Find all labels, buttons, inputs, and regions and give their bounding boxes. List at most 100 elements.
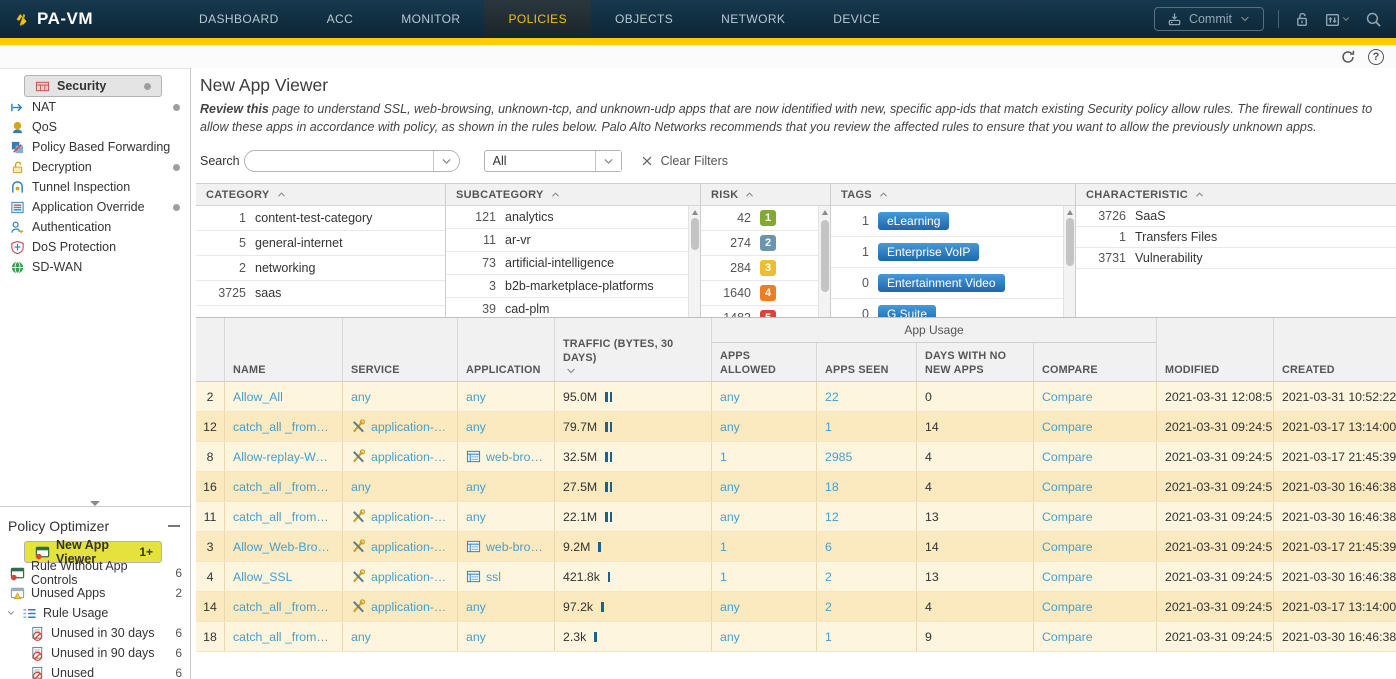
application-link[interactable]: web-browsing — [486, 450, 546, 464]
compare-link[interactable]: Compare — [1042, 630, 1093, 644]
apps-seen-link[interactable]: 22 — [825, 390, 839, 404]
commit-button[interactable]: Commit — [1154, 7, 1264, 31]
service-link[interactable]: any — [351, 630, 371, 644]
filter-row[interactable]: 2843 — [701, 256, 818, 281]
apps-seen-link[interactable]: 12 — [825, 510, 839, 524]
sidebar-item-tunnel-inspection[interactable]: Tunnel Inspection — [0, 177, 190, 197]
select-dropdown-button[interactable] — [595, 151, 621, 171]
scroll-up-icon[interactable] — [1067, 210, 1073, 215]
scrollbar-thumb[interactable] — [691, 218, 699, 250]
compare-link[interactable]: Compare — [1042, 570, 1093, 584]
optimizer-item-unused-90-days[interactable]: Unused in 90 days 6 — [0, 643, 190, 663]
filter-header-characteristic[interactable]: CHARACTERISTIC — [1076, 184, 1396, 206]
header-days-no-new-apps[interactable]: DAYS WITH NO NEW APPS — [916, 343, 1033, 381]
optimizer-item-unused[interactable]: Unused 6 — [0, 663, 190, 679]
apps-allowed-link[interactable]: any — [720, 480, 740, 494]
rule-name-link[interactable]: catch_all _from_clien... — [233, 510, 334, 524]
table-row[interactable]: 11 catch_all _from_clien... application-… — [196, 502, 1396, 532]
filter-row[interactable]: 421 — [701, 206, 818, 231]
sidebar-item-dos-protection[interactable]: DoS Protection — [0, 237, 190, 257]
service-link[interactable]: application-defa... — [371, 570, 449, 584]
rule-name-link[interactable]: Allow_SSL — [233, 570, 292, 584]
service-link[interactable]: application-defa... — [371, 600, 449, 614]
config-lock-icon[interactable] — [1293, 11, 1310, 28]
table-row[interactable]: 3 Allow_Web-Browsing application-defa...… — [196, 532, 1396, 562]
service-link[interactable]: application-defa... — [371, 420, 449, 434]
application-link[interactable]: web-browsing — [486, 540, 546, 554]
nav-item-acc[interactable]: ACC — [303, 0, 378, 38]
filter-scope-select[interactable]: All — [484, 150, 622, 172]
rule-name-link[interactable]: catch_all _from_outsi... — [233, 420, 334, 434]
apps-seen-link[interactable]: 18 — [825, 480, 839, 494]
scrollbar-thumb[interactable] — [1066, 218, 1074, 266]
table-row[interactable]: 12 catch_all _from_outsi... application-… — [196, 412, 1396, 442]
sidebar-item-nat[interactable]: NAT — [0, 97, 190, 117]
filter-row[interactable]: 121analytics — [446, 206, 688, 229]
header-apps-allowed[interactable]: APPS ALLOWED — [711, 343, 816, 381]
filter-row[interactable]: 2742 — [701, 231, 818, 256]
compare-link[interactable]: Compare — [1042, 450, 1093, 464]
collapse-icon[interactable] — [168, 525, 180, 527]
apps-seen-link[interactable]: 2 — [825, 600, 832, 614]
apps-seen-link[interactable]: 2 — [825, 570, 832, 584]
clear-filters-button[interactable]: Clear Filters — [640, 154, 728, 168]
nav-item-monitor[interactable]: MONITOR — [377, 0, 484, 38]
rule-name-link[interactable]: catch_all _from_Intra... — [233, 600, 334, 614]
filter-row[interactable]: 5general-internet — [196, 231, 445, 256]
nav-item-objects[interactable]: OBJECTS — [591, 0, 697, 38]
scrollbar[interactable] — [1063, 206, 1075, 317]
header-service[interactable]: SERVICE — [342, 318, 457, 381]
sidebar-item-sd-wan[interactable]: SD-WAN — [0, 257, 190, 277]
sidebar-item-authentication[interactable]: Authentication — [0, 217, 190, 237]
service-link[interactable]: application-defa... — [371, 450, 449, 464]
apps-allowed-link[interactable]: any — [720, 630, 740, 644]
filter-row[interactable]: 3726SaaS — [1076, 206, 1396, 227]
filter-row[interactable]: 1content-test-category — [196, 206, 445, 231]
table-row[interactable]: 16 catch_all _from_pcap... any any 27.5M… — [196, 472, 1396, 502]
filter-row[interactable]: 2networking — [196, 256, 445, 281]
scrollbar[interactable] — [688, 206, 700, 317]
filter-row[interactable]: 3725saas — [196, 281, 445, 306]
application-link[interactable]: any — [466, 630, 486, 644]
table-row[interactable]: 18 catch_all _from_pcap... any any 2.3k … — [196, 622, 1396, 652]
apps-seen-link[interactable]: 1 — [825, 420, 832, 434]
header-traffic[interactable]: TRAFFIC (BYTES, 30 DAYS) — [554, 318, 711, 381]
application-link[interactable]: any — [466, 420, 486, 434]
search-input[interactable] — [245, 151, 433, 171]
filter-header-category[interactable]: CATEGORY — [196, 184, 445, 206]
rule-name-link[interactable]: catch_all _from_pcap... — [233, 480, 334, 494]
service-link[interactable]: any — [351, 480, 371, 494]
apps-allowed-link[interactable]: any — [720, 600, 740, 614]
apps-seen-link[interactable]: 1 — [825, 630, 832, 644]
rule-name-link[interactable]: catch_all _from_pcap... — [233, 630, 334, 644]
filter-header-subcategory[interactable]: SUBCATEGORY — [446, 184, 700, 206]
scroll-up-icon[interactable] — [822, 210, 828, 215]
scrollbar[interactable] — [818, 206, 830, 317]
panel-splitter[interactable] — [0, 506, 190, 514]
compare-link[interactable]: Compare — [1042, 540, 1093, 554]
filter-row[interactable]: 39cad-plm — [446, 298, 688, 317]
header-created[interactable]: CREATED — [1273, 318, 1396, 381]
filter-row[interactable]: 14835 — [701, 306, 818, 317]
application-link[interactable]: any — [466, 510, 486, 524]
service-link[interactable]: application-defa... — [371, 510, 449, 524]
table-row[interactable]: 8 Allow-replay-Web-B... application-defa… — [196, 442, 1396, 472]
service-link[interactable]: any — [351, 390, 371, 404]
rule-name-link[interactable]: Allow_Web-Browsing — [233, 540, 334, 554]
rule-name-link[interactable]: Allow-replay-Web-B... — [233, 450, 334, 464]
filter-row[interactable]: 1Transfers Files — [1076, 227, 1396, 248]
table-row[interactable]: 2 Allow_All any any 95.0M any 22 0 Compa… — [196, 382, 1396, 412]
global-search-icon[interactable] — [1365, 11, 1382, 28]
apps-seen-link[interactable]: 6 — [825, 540, 832, 554]
sidebar-item-security[interactable]: Security — [24, 75, 162, 97]
nav-item-policies[interactable]: POLICIES — [484, 0, 591, 38]
sidebar-item-policy-based-forwarding[interactable]: Policy Based Forwarding — [0, 137, 190, 157]
optimizer-item-rule-without-app-controls[interactable]: Rule Without App Controls 6 — [0, 563, 190, 583]
nav-item-dashboard[interactable]: DASHBOARD — [175, 0, 303, 38]
header-compare[interactable]: COMPARE — [1033, 343, 1156, 381]
filter-row[interactable]: 16404 — [701, 281, 818, 306]
header-application[interactable]: APPLICATION — [457, 318, 554, 381]
application-link[interactable]: any — [466, 600, 486, 614]
compare-link[interactable]: Compare — [1042, 480, 1093, 494]
compare-link[interactable]: Compare — [1042, 390, 1093, 404]
